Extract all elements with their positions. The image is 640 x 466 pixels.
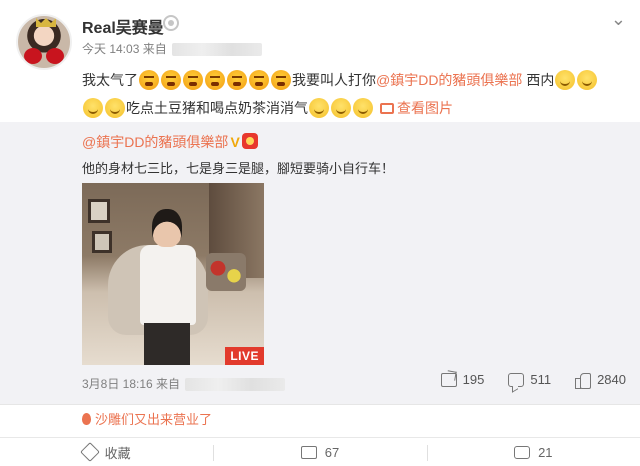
comment-count: 21 [538,444,553,460]
source-link-label[interactable]: 沙雕们又出来营业了 [95,412,212,427]
photo-toys [206,253,246,291]
angry-face-icon [139,70,159,90]
share-icon [440,372,457,387]
smile-face-icon [83,98,103,118]
photo-frame [88,199,110,223]
post-text-3: 西内 [526,72,555,88]
share-count: 195 [462,372,485,387]
post-text-2: 我要叫人打你 [292,72,376,88]
post-body: 我太气了 我要叫人打你@鎮宇DD的豬頭俱樂部 西内 吃点土豆猪和喝点奶茶消消气 查看… [82,66,627,122]
repost-author-name[interactable]: @鎮宇DD的豬頭俱樂部 [82,134,228,150]
like-count: 2840 [597,372,626,387]
angry-face-icon [183,70,203,90]
angry-face-icon [205,70,225,90]
action-bar: 收藏 67 21 [0,437,640,466]
comment-button[interactable]: 21 [426,438,640,466]
smile-face-icon [353,98,373,118]
smile-face-icon [331,98,351,118]
image-icon [380,103,394,114]
smile-face-icon [555,70,576,90]
username[interactable]: Real吴赛曼 [82,14,164,38]
boxing-glove-left [24,48,42,64]
angry-face-icon [249,70,269,90]
live-badge: LIVE [225,347,264,365]
repost-comment-button[interactable]: 511 [508,372,551,387]
chevron-down-icon[interactable]: ⌄ [611,10,626,28]
comment-icon [514,445,531,459]
view-image-link[interactable]: 查看图片 [397,100,453,116]
photo-frame [92,231,112,253]
post-text-4: 吃点土豆猪和喝点奶茶消消气 [126,100,308,116]
photo-person-body [140,245,196,325]
post-text-1: 我太气了 [82,72,138,88]
comment-count: 511 [530,372,552,387]
repost-meta: 3月8日 18:16 来自 [82,375,286,392]
post-time: 今天 14:03 来自 [82,42,167,56]
smile-face-icon [577,70,598,90]
post-meta: 今天 14:03 来自 [82,40,263,57]
angry-face-icon [161,70,181,90]
smile-face-icon [105,98,125,118]
vip-badge-icon [163,15,179,31]
repost-author[interactable]: @鎮宇DD的豬頭俱樂部 V [82,132,258,152]
crown-decoration [36,18,56,27]
angry-face-icon [271,70,291,90]
repost-text: 他的身材七三比，七是身三是腿，腳短要骑小自行车！ [82,161,395,176]
mention-link[interactable]: @鎮宇DD的豬頭俱樂部 [376,72,522,88]
badge-icon [241,133,258,149]
repost-stats: 195 511 2840 [417,372,626,389]
share-button[interactable]: 67 [213,438,426,466]
collect-button[interactable]: 收藏 [0,438,213,466]
comment-icon [508,372,525,387]
blurred-source [185,378,286,392]
repost-photo[interactable]: LIVE [82,183,264,365]
thumbs-up-icon [575,372,592,389]
verified-v-icon: V [230,134,240,150]
blurred-source [172,43,263,57]
collect-label: 收藏 [104,445,131,461]
repost-share-button[interactable]: 195 [440,372,485,387]
star-icon [79,442,100,462]
photo-person-legs [144,323,190,365]
divider [0,404,640,405]
avatar[interactable] [16,14,72,70]
fire-icon [82,413,91,425]
repost-like-button[interactable]: 2840 [575,372,626,389]
source-link[interactable]: 沙雕们又出来营业了 [82,409,212,428]
boxing-glove-right [46,48,64,64]
angry-face-icon [227,70,247,90]
repost-time: 3月8日 18:16 来自 [82,377,181,391]
share-icon [300,445,317,459]
share-count: 67 [324,444,340,460]
photo-person-head [152,209,182,247]
smile-face-icon [309,98,329,118]
